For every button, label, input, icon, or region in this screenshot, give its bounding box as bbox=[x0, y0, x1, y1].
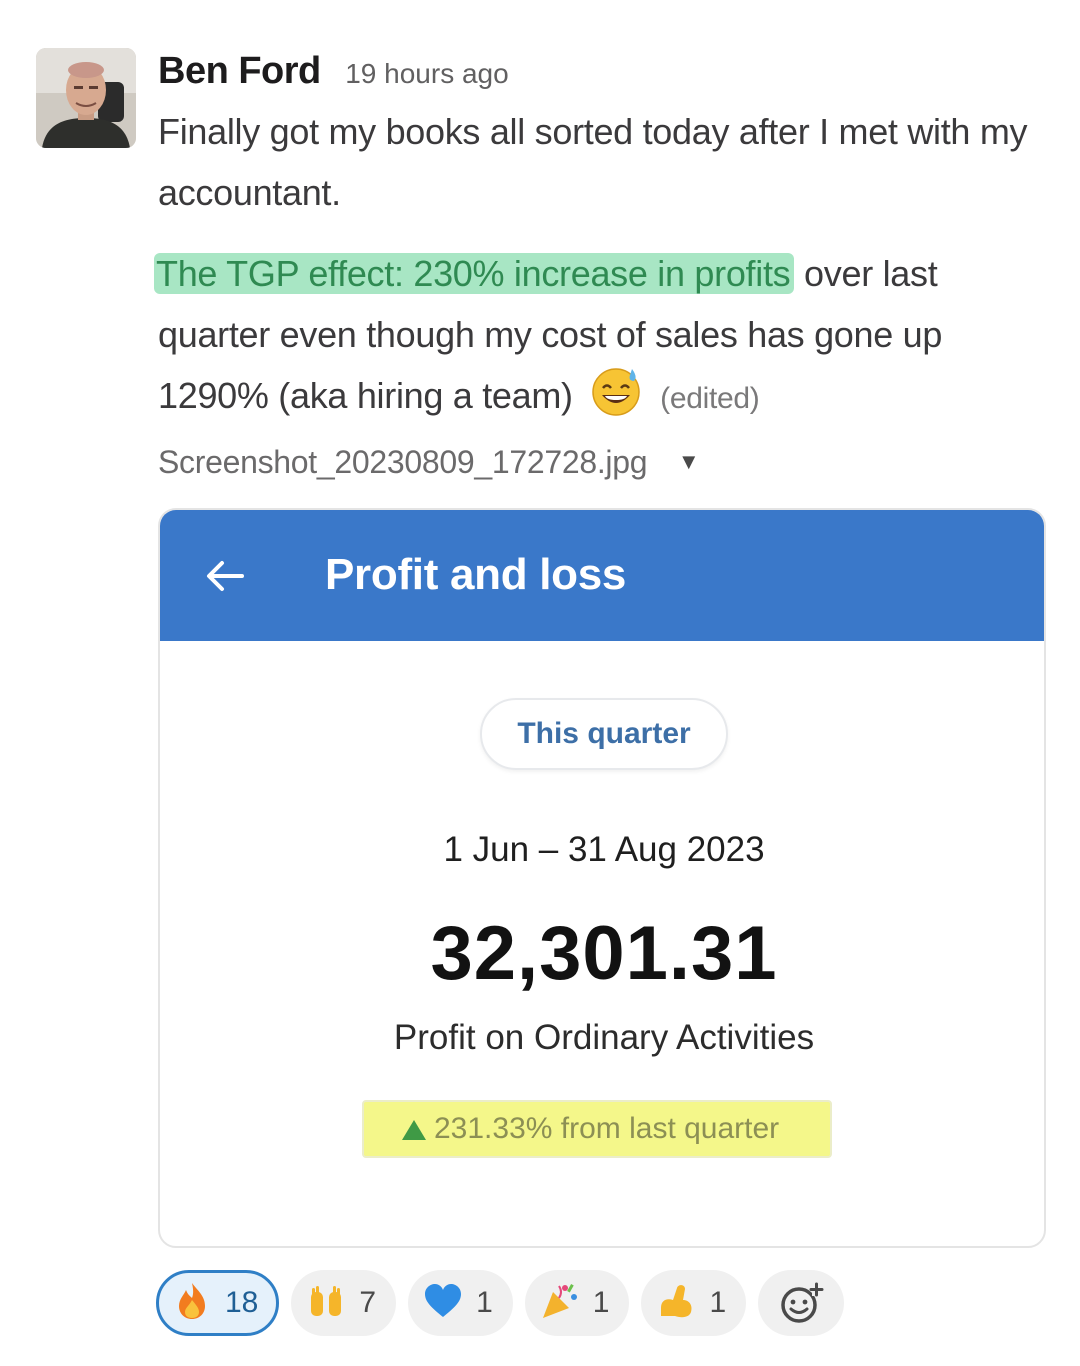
avatar[interactable] bbox=[36, 48, 136, 148]
message-text-2: The TGP effect: 230% increase in profits… bbox=[154, 243, 1058, 429]
timestamp[interactable]: 19 hours ago bbox=[345, 58, 508, 89]
reaction-blue-heart[interactable]: 1 bbox=[408, 1270, 513, 1336]
reaction-count: 1 bbox=[592, 1286, 610, 1319]
party-popper-icon bbox=[542, 1284, 577, 1318]
message-text: Finally got my books all sorted today af… bbox=[158, 111, 1028, 213]
up-triangle-icon bbox=[402, 1120, 426, 1140]
reaction-count: 7 bbox=[359, 1286, 377, 1319]
message-header: Ben Ford 19 hours ago bbox=[158, 50, 509, 93]
add-reaction-button[interactable] bbox=[758, 1270, 845, 1336]
card-title: Profit and loss bbox=[325, 550, 627, 599]
edited-label: (edited) bbox=[660, 382, 760, 415]
reaction-flexed-biceps[interactable]: 1 bbox=[641, 1270, 747, 1336]
sweat-smile-icon bbox=[592, 368, 641, 416]
flexed-biceps-icon bbox=[661, 1285, 692, 1318]
reaction-count: 1 bbox=[709, 1286, 727, 1319]
attachment-filename-row[interactable]: Screenshot_20230809_172728.jpg ▼ bbox=[158, 444, 700, 481]
card-header: Profit and loss bbox=[160, 510, 1044, 641]
highlighted-text: The TGP effect: 230% increase in profits bbox=[154, 253, 795, 294]
reactions-bar: 18 7 1 1 1 bbox=[156, 1270, 845, 1338]
raised-hands-icon bbox=[311, 1286, 342, 1316]
change-badge: 231.33% from last quarter bbox=[362, 1100, 832, 1158]
attachment-image[interactable]: Profit and loss This quarter 1 Jun – 31 … bbox=[158, 508, 1046, 1248]
fire-icon bbox=[179, 1283, 205, 1319]
back-arrow-icon bbox=[207, 561, 244, 591]
chevron-down-icon[interactable]: ▼ bbox=[678, 449, 700, 475]
reaction-party-popper[interactable]: 1 bbox=[524, 1270, 630, 1336]
reaction-count: 18 bbox=[225, 1286, 259, 1319]
blue-heart-icon bbox=[425, 1284, 462, 1317]
add-reaction-icon bbox=[781, 1282, 824, 1323]
date-range: 1 Jun – 31 Aug 2023 bbox=[443, 830, 765, 869]
reaction-raised-hands[interactable]: 7 bbox=[291, 1270, 397, 1336]
period-pill: This quarter bbox=[480, 698, 728, 770]
attachment-filename[interactable]: Screenshot_20230809_172728.jpg bbox=[158, 444, 648, 480]
avatar-photo bbox=[36, 48, 136, 148]
profit-label: Profit on Ordinary Activities bbox=[393, 1018, 815, 1057]
reaction-fire[interactable]: 18 bbox=[156, 1270, 280, 1336]
author-name[interactable]: Ben Ford bbox=[158, 50, 321, 92]
message: Ben Ford 19 hours ago Finally got my boo… bbox=[0, 0, 1080, 1366]
change-text: 231.33% from last quarter bbox=[434, 1112, 780, 1145]
profit-amount: 32,301.31 bbox=[430, 911, 778, 996]
reaction-count: 1 bbox=[476, 1286, 493, 1319]
